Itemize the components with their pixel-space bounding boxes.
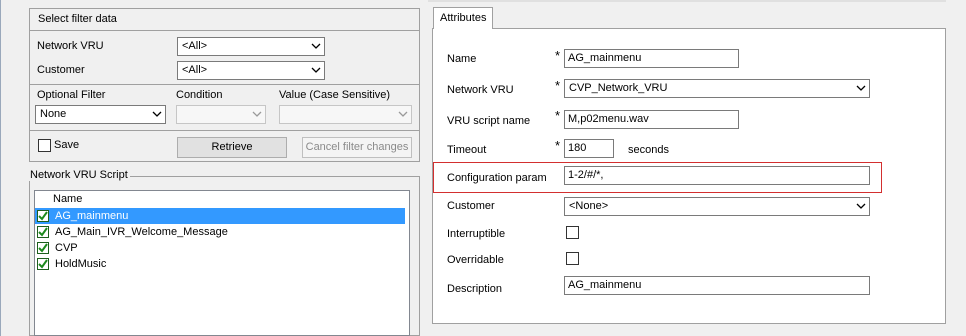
network-vru-filter-value: <All> (182, 40, 208, 52)
filter-groupbox: Select filter data Network VRU <All> Cus… (29, 8, 420, 162)
overridable-label: Overridable (447, 254, 504, 266)
cancel-filter-changes-button[interactable]: Cancel filter changes (302, 137, 412, 158)
required-marker: * (555, 48, 561, 63)
list-item-label: AG_Main_IVR_Welcome_Message (55, 226, 228, 238)
network-vru-label: Network VRU (447, 84, 514, 96)
chevron-down-icon (311, 67, 321, 73)
tab-attributes[interactable]: Attributes (433, 7, 493, 29)
filter-separator (30, 84, 419, 85)
chevron-down-icon (311, 43, 321, 49)
attributes-pane: Name * AG_mainmenu Network VRU * CVP_Net… (432, 28, 946, 324)
list-item-label: AG_mainmenu (55, 210, 129, 222)
customer-label: Customer (447, 200, 495, 212)
window-right-margin (946, 0, 966, 336)
customer-select[interactable]: <None> (564, 197, 870, 216)
list-item[interactable]: CVP (35, 240, 405, 256)
description-label: Description (447, 283, 503, 295)
filter-title-bar: Select filter data (30, 9, 419, 31)
chevron-down-icon (152, 111, 162, 117)
tab-attributes-label: Attributes (440, 12, 487, 24)
save-checkbox[interactable] (38, 139, 51, 152)
save-label: Save (54, 139, 80, 151)
overridable-checkbox[interactable] (566, 252, 579, 265)
value-case-sensitive-label: Value (Case Sensitive) (279, 89, 391, 101)
checked-icon (37, 242, 49, 254)
customer-filter-select[interactable]: <All> (177, 61, 325, 80)
timeout-label: Timeout (447, 144, 487, 156)
network-vru-filter-label: Network VRU (37, 40, 104, 52)
list-item-label: HoldMusic (55, 258, 107, 270)
customer-filter-label: Customer (37, 64, 85, 76)
required-marker: * (555, 138, 561, 153)
retrieve-button[interactable]: Retrieve (177, 137, 287, 158)
optional-filter-label: Optional Filter (37, 89, 106, 101)
list-column-header-name[interactable]: Name (53, 193, 82, 205)
chevron-down-icon (398, 111, 408, 117)
customer-filter-value: <All> (182, 64, 208, 76)
vru-script-name-input[interactable]: M,p02menu.wav (564, 110, 739, 129)
condition-select[interactable] (176, 105, 266, 124)
network-vru-filter-select[interactable]: <All> (177, 37, 325, 56)
timeout-unit: seconds (628, 144, 669, 156)
interruptible-checkbox[interactable] (566, 226, 579, 239)
name-label: Name (447, 53, 477, 65)
optional-filter-select[interactable]: None (35, 105, 166, 124)
network-vru-select[interactable]: CVP_Network_VRU (564, 79, 870, 98)
script-list[interactable]: Name AG_mainmenu AG_Main_IVR_Welcome_Mes… (34, 190, 410, 336)
list-item[interactable]: HoldMusic (35, 256, 405, 272)
checked-icon (37, 226, 49, 238)
description-input[interactable]: AG_mainmenu (564, 276, 870, 295)
configuration-param-input[interactable]: 1-2/#/*, (564, 166, 870, 185)
checked-icon (37, 210, 49, 222)
filter-separator-2 (30, 130, 419, 131)
chevron-down-icon (856, 85, 866, 91)
vru-script-name-label: VRU script name (447, 115, 531, 127)
value-select[interactable] (279, 105, 412, 124)
optional-filter-value: None (40, 108, 67, 120)
timeout-input[interactable]: 180 (564, 139, 614, 158)
list-item-label: CVP (55, 242, 78, 254)
chevron-down-icon (856, 203, 866, 209)
condition-label: Condition (176, 89, 223, 101)
chevron-down-icon (252, 111, 262, 117)
configuration-param-label: Configuration param (447, 172, 547, 184)
list-item[interactable]: AG_Main_IVR_Welcome_Message (35, 224, 405, 240)
name-input[interactable]: AG_mainmenu (564, 49, 739, 68)
panel-splitter[interactable] (420, 0, 428, 336)
network-vru-value: CVP_Network_VRU (569, 82, 668, 94)
list-item[interactable]: AG_mainmenu (35, 208, 405, 224)
required-marker: * (555, 78, 561, 93)
window-left-edge (0, 0, 1, 336)
checked-icon (37, 258, 49, 270)
network-vru-script-title: Network VRU Script (28, 169, 130, 181)
filter-title: Select filter data (38, 13, 117, 25)
customer-value: <None> (569, 200, 609, 212)
required-marker: * (555, 108, 561, 123)
right-top-border (428, 0, 966, 2)
interruptible-label: Interruptible (447, 228, 506, 240)
